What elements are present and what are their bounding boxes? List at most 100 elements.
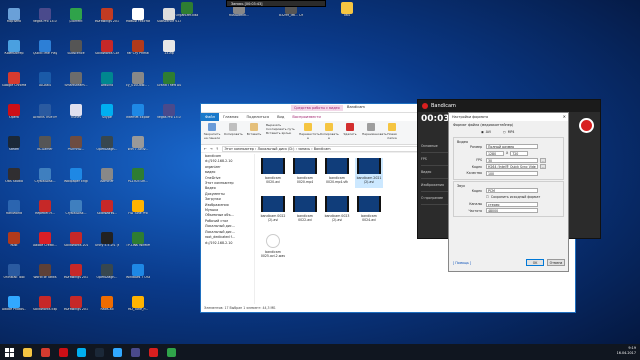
desktop-icon[interactable]: Rust <box>2 232 26 254</box>
radio-mp4[interactable]: ○ <box>503 130 506 134</box>
channels-select[interactable]: стерео <box>486 201 538 207</box>
close-icon[interactable]: ✕ <box>563 114 566 119</box>
delete-button[interactable]: Удалить <box>341 123 359 142</box>
desktop-icon[interactable]: Adminer <box>95 168 119 190</box>
fps-select[interactable]: 30 <box>486 157 538 163</box>
file-item[interactable]: bandicam 0020.mp4.sfk <box>323 158 351 188</box>
desktop-icon[interactable]: µTorrent <box>64 8 88 30</box>
file-item[interactable]: bandicam 2021 (2).avi <box>355 158 383 188</box>
desktop-icon[interactable]: Arduino <box>95 72 119 94</box>
desktop-icon[interactable]: Unity 5.5.2f1 (64-bit) <box>95 232 119 254</box>
record-button[interactable] <box>579 118 594 133</box>
taskbar-app-button[interactable] <box>72 344 90 360</box>
new-folder-button[interactable]: Новая папка <box>383 123 401 142</box>
size-select[interactable]: Полный размер <box>486 144 538 150</box>
desktop-icon[interactable]: TP-LINK Wireless C... <box>126 232 150 254</box>
desktop-icon[interactable]: BCGamer <box>33 136 57 158</box>
desktop-icon[interactable]: Grand Theft Auto V <box>157 72 181 94</box>
desktop-icon[interactable]: RaidCall <box>95 296 119 318</box>
width-input[interactable]: 1280 <box>486 150 504 156</box>
quality-select[interactable]: 100 <box>486 170 538 176</box>
taskbar-app-button[interactable] <box>90 344 108 360</box>
help-link[interactable]: [ Помощь ] <box>453 261 471 265</box>
file-item[interactable]: bandicam 0024.avi <box>355 196 383 226</box>
desktop-icon[interactable]: Steam <box>2 136 26 158</box>
desktop-icon[interactable]: eDrawings 2014 <box>95 8 119 30</box>
bandicam-nav-item[interactable]: Основные <box>421 140 451 153</box>
desktop-icon[interactable]: SolidWorks... <box>95 200 119 222</box>
back-icon[interactable]: ← <box>204 147 207 151</box>
desktop-icon[interactable]: CrystalDisk... <box>64 200 88 222</box>
bandicam-nav-item[interactable]: Изображения <box>421 179 451 192</box>
bandicam-nav-item[interactable]: FPS <box>421 153 451 166</box>
desktop-icon[interactable]: PScrnHD... <box>64 136 88 158</box>
pin-button[interactable]: Закрепить на панели <box>203 123 221 142</box>
taskbar-app-button[interactable] <box>18 344 36 360</box>
desktop-icon[interactable]: Organizer.xlsx <box>175 2 199 24</box>
desktop-icon[interactable]: iTunes <box>64 104 88 126</box>
file-item[interactable]: bandicam 0022.avi <box>291 196 319 226</box>
clock[interactable]: 9:19 16.04.2017 <box>617 346 636 356</box>
cancel-button[interactable]: Отмена <box>547 259 565 266</box>
keep-format-checkbox[interactable]: ☐ <box>486 195 489 199</box>
file-item[interactable]: bandicam 0025.avi.2.wav <box>259 234 287 264</box>
desktop-icon[interactable]: QuickTime Player <box>33 40 57 62</box>
desktop-icon[interactable]: AIDA64 <box>33 72 57 94</box>
desktop-icon[interactable]: Новый текстовый... <box>126 8 150 30</box>
desktop-icon[interactable]: Opera <box>2 104 26 126</box>
taskbar-app-button[interactable] <box>108 344 126 360</box>
tab-home[interactable]: Главная <box>219 113 243 121</box>
radio-avi[interactable]: ◉ <box>481 130 484 134</box>
desktop-icon[interactable]: HD Tune Pro <box>126 200 150 222</box>
rename-button[interactable]: Переименовать <box>362 123 387 142</box>
desktop-icon[interactable]: OBS Studio <box>2 168 26 190</box>
bandicam-titlebar[interactable]: Bandicam <box>418 100 600 112</box>
taskbar-app-button[interactable] <box>54 344 72 360</box>
file-item[interactable]: bandicam 0023 (2).avi <box>323 196 351 226</box>
desktop-icon[interactable]: Компьютер <box>2 40 26 62</box>
up-icon[interactable]: ↑ <box>216 147 219 151</box>
desktop-icon[interactable]: Acronis True Image <box>33 104 57 126</box>
tab-share[interactable]: Поделиться <box>242 113 273 121</box>
forward-icon[interactable]: → <box>210 147 213 151</box>
desktop-icon[interactable]: OpenDiagn... <box>95 264 119 286</box>
desktop-icon[interactable]: PL2303 Dri... <box>126 168 150 190</box>
desktop-icon[interactable]: Subscence <box>64 40 88 62</box>
desktop-icon[interactable]: Repetier-H... <box>33 200 57 222</box>
file-item[interactable]: bandicam 0020.avi <box>259 158 287 188</box>
desktop-icon[interactable]: Uninstall Tool <box>2 264 26 286</box>
desktop-icon[interactable]: x64 <box>335 2 359 24</box>
desktop-icon[interactable]: CrystalDisk... <box>33 168 57 190</box>
ok-button[interactable]: OK <box>526 259 544 266</box>
bandicam-nav-item[interactable]: Видео <box>421 166 451 179</box>
desktop-icon[interactable]: Корзина <box>2 8 26 30</box>
desktop-icon[interactable]: Google Chrome <box>2 72 26 94</box>
desktop-icon[interactable]: SolidWorks 2014 x64 <box>64 232 88 254</box>
copy-to-button[interactable]: Копировать в <box>320 123 339 142</box>
recording-indicator[interactable]: Запись [00:03:43] <box>226 0 326 7</box>
desktop-icon[interactable]: cy_010Dow... - ярлык <box>126 72 150 94</box>
desktop-icon[interactable]: eDrawings 2014 x64 <box>64 264 88 286</box>
start-button[interactable] <box>0 344 18 360</box>
copy-button[interactable]: Копировать <box>224 123 243 142</box>
desktop-icon[interactable]: Adobe Photos... <box>2 296 26 318</box>
desktop-icon[interactable]: SmartSteam... <box>64 72 88 94</box>
desktop-icon[interactable]: Wallpaper Engine <box>64 168 88 190</box>
codec-select[interactable]: H264 (Intel® Quick Sync Vide <box>486 164 538 170</box>
tab-play[interactable]: Воспроизвести <box>288 113 324 121</box>
desktop-icon[interactable]: SolidWorks Compose... <box>95 40 119 62</box>
paste-shortcut-item[interactable]: Вставить ярлык <box>266 131 296 135</box>
desktop-icon[interactable]: Windows 7 USB DVD... <box>126 264 150 286</box>
bandicam-nav-item[interactable]: О программе <box>421 192 451 205</box>
tab-file[interactable]: Файл <box>201 113 219 121</box>
dialog-titlebar[interactable]: Настройки формата ✕ <box>449 113 568 121</box>
desktop-icon[interactable]: Win 7 Activ... <box>126 136 150 158</box>
taskbar-app-button[interactable] <box>36 344 54 360</box>
desktop-icon[interactable]: Far Cry Primal <box>126 40 150 62</box>
taskbar-app-button[interactable] <box>144 344 162 360</box>
codec-more-button[interactable]: ... <box>540 164 546 170</box>
file-item[interactable]: bandicam 0022 (2).avi <box>259 196 287 226</box>
frequency-select[interactable]: 48000 <box>486 208 538 214</box>
fps-more-button[interactable]: ... <box>540 157 546 163</box>
file-item[interactable]: bandicam 0020.mp4 <box>291 158 319 188</box>
